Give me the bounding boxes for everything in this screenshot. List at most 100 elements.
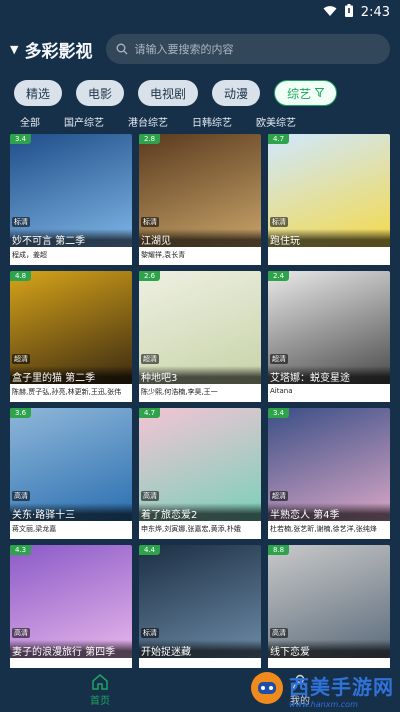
video-cast: 陈少熙,何浩楠,李昊,王一 — [139, 384, 261, 402]
video-title: 开始捉迷藏 — [139, 640, 261, 658]
wifi-icon — [323, 5, 337, 20]
video-cast — [268, 247, 390, 265]
video-cast: 蒋文丽,梁龙嘉 — [10, 521, 132, 539]
app-header: ▼ 多彩影视 请输入要搜索的内容 — [0, 24, 400, 74]
subtab-domestic[interactable]: 国产综艺 — [64, 114, 104, 129]
rating-badge: 2.8 — [139, 134, 161, 144]
tab-label: 动漫 — [224, 86, 249, 101]
video-poster[interactable]: 8.8 线下恋爱 高清 — [268, 545, 390, 658]
video-title: 跑住玩 — [268, 229, 390, 247]
video-poster[interactable]: 3.4 妙不可言 第二季 标清 — [10, 134, 132, 247]
video-cast: 黎耀祥,袁长青 — [139, 247, 261, 265]
rating-badge: 3.4 — [268, 408, 290, 418]
home-icon — [91, 673, 109, 690]
video-poster[interactable]: 4.3 妻子的浪漫旅行 第四季 高清 — [10, 545, 132, 658]
tab-tv-series[interactable]: 电视剧 — [138, 80, 199, 106]
video-title: 半熟恋人 第4季 — [268, 503, 390, 521]
video-poster[interactable]: 2.8 江湖见 标清 — [139, 134, 261, 247]
video-title: 盒子里的猫 第二季 — [10, 366, 132, 384]
subtab-hktw[interactable]: 港台综艺 — [128, 114, 168, 129]
variety-subtabs: 全部 国产综艺 港台综艺 日韩综艺 欧美综艺 — [0, 108, 400, 134]
video-cast: Aitana — [268, 384, 390, 402]
video-poster[interactable]: 3.4 半熟恋人 第4季 超清 — [268, 408, 390, 521]
rating-badge: 4.7 — [268, 134, 290, 144]
status-time: 2:43 — [360, 4, 390, 20]
video-title: 妙不可言 第二季 — [10, 229, 132, 247]
quality-badge: 标清 — [141, 217, 159, 227]
category-tabs: 精选 电影 电视剧 动漫 综艺 — [0, 74, 400, 108]
video-poster[interactable]: 2.4 艾塔娜：蜕变星途 超清 — [268, 271, 390, 384]
rating-badge: 3.6 — [10, 408, 32, 418]
video-title: 艾塔娜：蜕变星途 — [268, 366, 390, 384]
video-title: 种地吧3 — [139, 366, 261, 384]
nav-home[interactable]: 首页 — [90, 673, 110, 707]
search-input[interactable]: 请输入要搜索的内容 — [106, 34, 390, 64]
quality-badge: 超清 — [270, 491, 288, 501]
video-poster[interactable]: 4.8 盒子里的猫 第二季 超清 — [10, 271, 132, 384]
tab-label: 电影 — [88, 86, 113, 101]
quality-badge: 高清 — [12, 491, 30, 501]
quality-badge: 高清 — [141, 491, 159, 501]
video-card[interactable]: 4.4 开始捉迷藏 标清 — [139, 545, 261, 676]
quality-badge: 超清 — [12, 354, 30, 364]
quality-badge: 高清 — [12, 628, 30, 638]
tab-variety[interactable]: 综艺 — [274, 80, 338, 106]
quality-badge: 高清 — [270, 628, 288, 638]
video-cast: 陈赫,贾子弘,孙亮,林更新,王迅,张伟 — [10, 384, 132, 402]
tab-label: 综艺 — [287, 86, 312, 101]
video-card[interactable]: 2.6 种地吧3 超清 陈少熙,何浩楠,李昊,王一 — [139, 271, 261, 402]
subtab-jpkr[interactable]: 日韩综艺 — [192, 114, 232, 129]
tab-movies[interactable]: 电影 — [76, 80, 125, 106]
battery-icon — [344, 4, 353, 20]
video-cast: 杜若楠,张艺昕,谢楠,徐艺洋,张纯烽 — [268, 521, 390, 539]
rating-badge: 4.7 — [139, 408, 161, 418]
video-card[interactable]: 3.4 妙不可言 第二季 标清 程成，姜超 — [10, 134, 132, 265]
video-poster[interactable]: 4.7 着了旅恋爱2 高清 — [139, 408, 261, 521]
rating-badge: 3.4 — [10, 134, 32, 144]
nav-home-label: 首页 — [90, 695, 110, 707]
quality-badge: 超清 — [270, 354, 288, 364]
video-title: 关东·路驿十三 — [10, 503, 132, 521]
video-cast: 申东烨,刘寅娜,张嘉宏,黄添,朴娥 — [139, 521, 261, 539]
video-card[interactable]: 3.6 关东·路驿十三 高清 蒋文丽,梁龙嘉 — [10, 408, 132, 539]
video-card[interactable]: 4.7 跑住玩 标清 — [268, 134, 390, 265]
video-poster[interactable]: 4.7 跑住玩 标清 — [268, 134, 390, 247]
video-grid: 3.4 妙不可言 第二季 标清 程成，姜超 2.8 江湖见 标清 黎耀祥,袁长青… — [10, 134, 390, 676]
video-title: 江湖见 — [139, 229, 261, 247]
search-placeholder: 请输入要搜索的内容 — [134, 43, 234, 56]
tab-label: 精选 — [26, 86, 51, 101]
video-card[interactable]: 3.4 半熟恋人 第4季 超清 杜若楠,张艺昕,谢楠,徐艺洋,张纯烽 — [268, 408, 390, 539]
rating-badge: 4.4 — [139, 545, 161, 555]
tab-featured[interactable]: 精选 — [14, 80, 63, 106]
tab-label: 电视剧 — [150, 86, 187, 101]
quality-badge: 标清 — [141, 628, 159, 638]
subtab-all[interactable]: 全部 — [20, 114, 40, 129]
video-poster[interactable]: 3.6 关东·路驿十三 高清 — [10, 408, 132, 521]
status-bar: 2:43 — [0, 0, 400, 24]
video-card[interactable]: 2.8 江湖见 标清 黎耀祥,袁长青 — [139, 134, 261, 265]
video-poster[interactable]: 4.4 开始捉迷藏 标清 — [139, 545, 261, 658]
rating-badge: 2.6 — [139, 271, 161, 281]
video-title: 着了旅恋爱2 — [139, 503, 261, 521]
quality-badge: 标清 — [12, 217, 30, 227]
app-title[interactable]: ▼ 多彩影视 — [10, 37, 92, 62]
rating-badge: 4.8 — [10, 271, 32, 281]
video-poster[interactable]: 2.6 种地吧3 超清 — [139, 271, 261, 384]
filter-icon — [314, 86, 325, 100]
quality-badge: 超清 — [141, 354, 159, 364]
caret-down-icon: ▼ — [10, 42, 19, 56]
video-card[interactable]: 4.7 着了旅恋爱2 高清 申东烨,刘寅娜,张嘉宏,黄添,朴娥 — [139, 408, 261, 539]
watermark: 西美手游网 www.hanxm.com — [249, 670, 394, 710]
video-card[interactable]: 2.4 艾塔娜：蜕变星途 超清 Aitana — [268, 271, 390, 402]
tab-anime[interactable]: 动漫 — [212, 80, 261, 106]
video-title: 线下恋爱 — [268, 640, 390, 658]
watermark-title: 西美手游网 — [289, 675, 394, 699]
quality-badge: 标清 — [270, 217, 288, 227]
video-card[interactable]: 8.8 线下恋爱 高清 — [268, 545, 390, 676]
rating-badge: 8.8 — [268, 545, 290, 555]
subtab-western[interactable]: 欧美综艺 — [256, 114, 296, 129]
video-card[interactable]: 4.3 妻子的浪漫旅行 第四季 高清 — [10, 545, 132, 676]
rating-badge: 4.3 — [10, 545, 32, 555]
video-card[interactable]: 4.8 盒子里的猫 第二季 超清 陈赫,贾子弘,孙亮,林更新,王迅,张伟 — [10, 271, 132, 402]
watermark-logo-icon — [249, 670, 285, 710]
